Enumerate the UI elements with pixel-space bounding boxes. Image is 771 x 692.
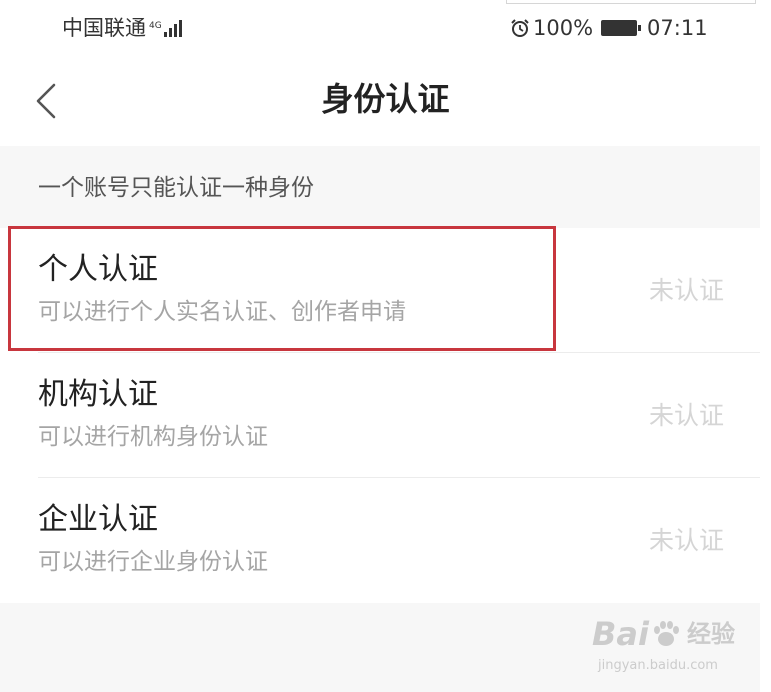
page-title: 身份认证 — [321, 80, 450, 118]
item-title: 机构认证 — [38, 377, 158, 412]
auth-item-personal[interactable]: 个人认证 可以进行个人实名认证、创作者申请 未认证 — [0, 228, 760, 353]
network-type: 4G — [149, 20, 162, 31]
carrier-name: 中国联通 — [62, 16, 146, 40]
baidu-jingyan-watermark: Bai 经验 jingyan.baidu.com — [592, 614, 742, 684]
alarm-icon — [511, 19, 529, 37]
item-status: 未认证 — [648, 526, 724, 555]
item-title: 企业认证 — [38, 502, 158, 537]
nav-bar: 身份认证 — [0, 56, 771, 146]
status-right: 100% 07:11 — [510, 14, 708, 42]
watermark-brand-left: Bai — [592, 615, 649, 653]
signal-icon — [163, 19, 184, 37]
hint-text: 一个账号只能认证一种身份 — [38, 175, 314, 201]
carrier-info: 中国联通 4G — [62, 14, 184, 42]
item-status: 未认证 — [648, 401, 724, 430]
auth-item-enterprise[interactable]: 企业认证 可以进行企业身份认证 未认证 — [0, 478, 760, 603]
paw-icon — [653, 621, 679, 646]
watermark-brand-right: 经验 — [686, 620, 735, 648]
item-description: 可以进行企业身份认证 — [38, 549, 268, 575]
top-edge-frame — [506, 0, 756, 4]
auth-type-list: 个人认证 可以进行个人实名认证、创作者申请 未认证 机构认证 可以进行机构身份认… — [0, 228, 760, 603]
watermark-url: jingyan.baidu.com — [598, 658, 718, 673]
item-title: 个人认证 — [38, 252, 158, 287]
hint-section: 一个账号只能认证一种身份 — [0, 146, 760, 228]
item-description: 可以进行机构身份认证 — [38, 424, 268, 450]
watermark-logo: Bai 经验 — [592, 614, 735, 654]
auth-item-organization[interactable]: 机构认证 可以进行机构身份认证 未认证 — [0, 353, 760, 478]
status-bar: 中国联通 4G 100% 07:11 — [0, 0, 771, 56]
item-status: 未认证 — [648, 276, 724, 305]
item-description: 可以进行个人实名认证、创作者申请 — [38, 299, 406, 325]
battery-icon — [601, 20, 642, 36]
battery-percent: 100% — [533, 16, 594, 40]
clock-time: 07:11 — [647, 16, 708, 40]
